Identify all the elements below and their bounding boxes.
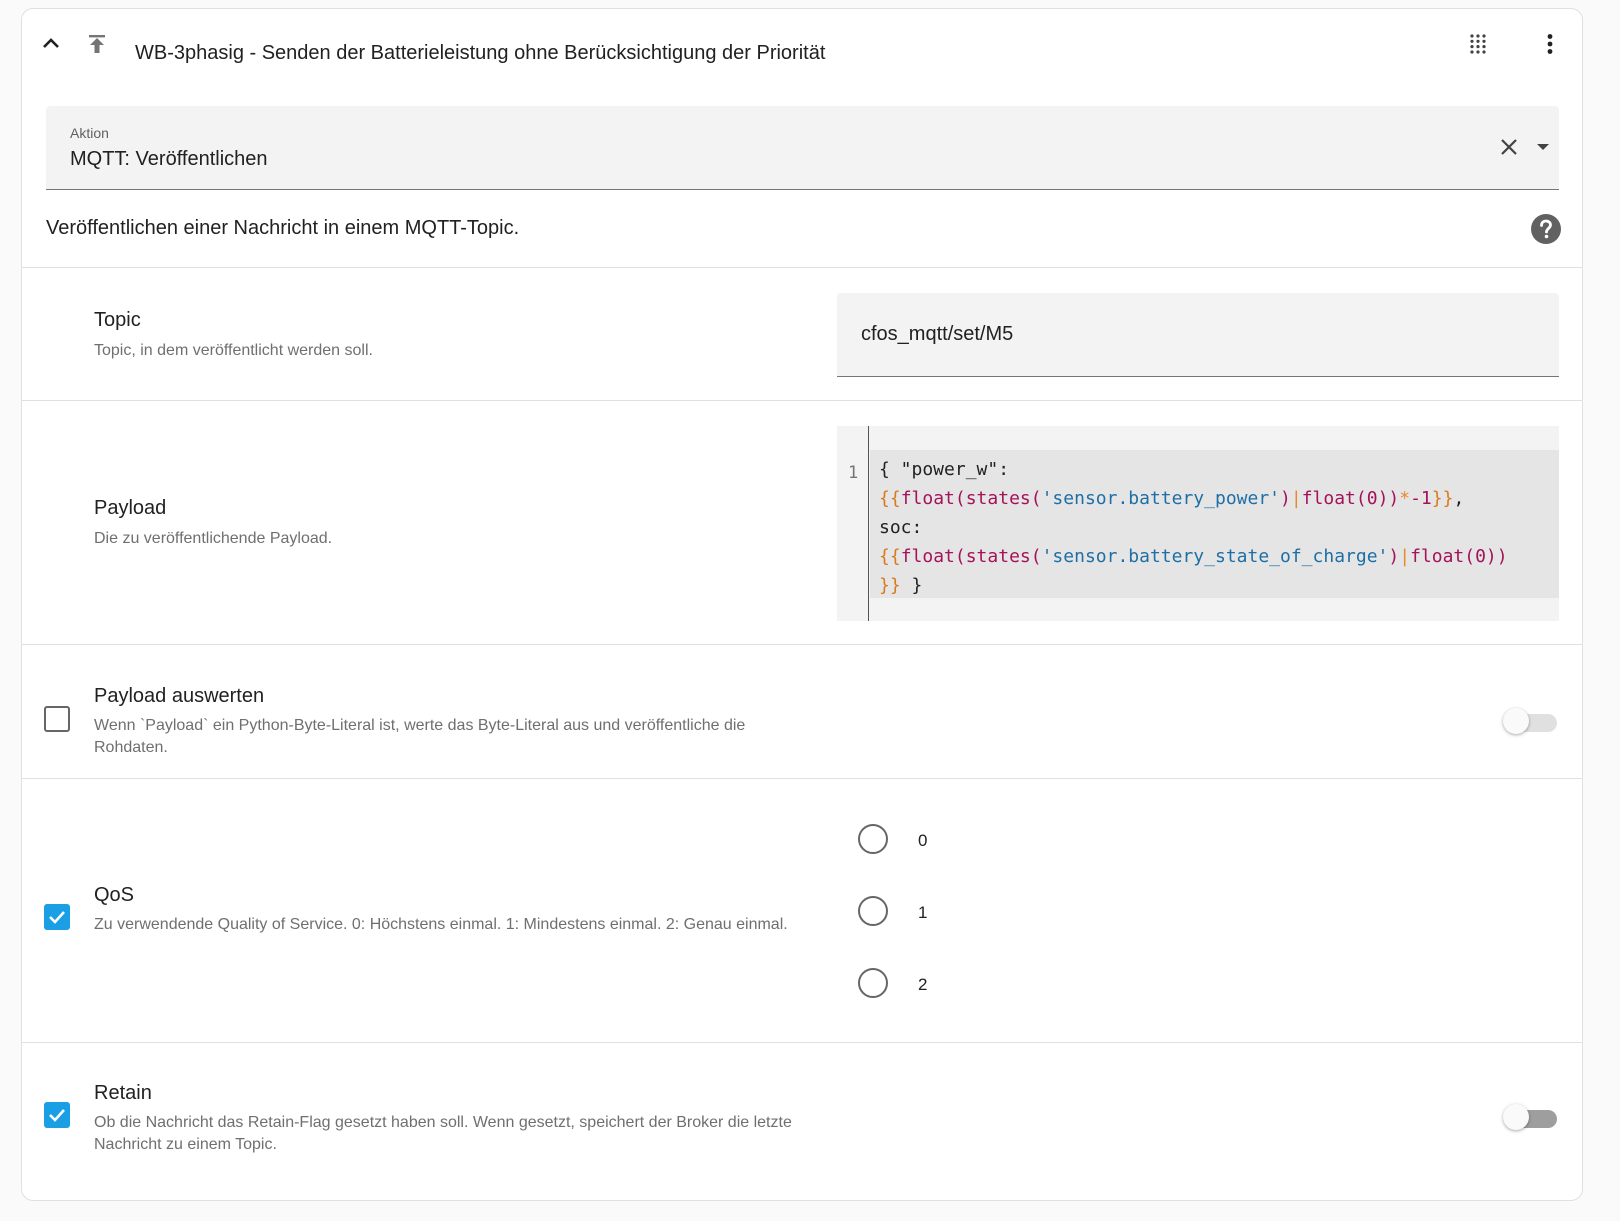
dropdown-arrow-icon[interactable] [1531, 135, 1555, 159]
retain-title: Retain [94, 1082, 152, 1104]
qos-radio-1[interactable] [858, 896, 888, 926]
check-icon [49, 911, 65, 924]
toggle-thumb [1503, 1104, 1529, 1130]
payload-auswerten-checkbox[interactable] [44, 706, 70, 732]
code-line: {{float(states('sensor.battery_state_of_… [879, 546, 1508, 567]
code-line: }} } [879, 575, 923, 596]
code-gutter: 1 [837, 426, 869, 621]
drag-handle-icon[interactable] [1466, 32, 1490, 56]
code-line: { "power_w": [879, 459, 1010, 480]
qos-radio-label: 2 [918, 975, 928, 994]
toggle-thumb [1503, 708, 1529, 734]
more-vert-icon[interactable] [1538, 32, 1562, 56]
payload-description: Die zu veröffentlichende Payload. [94, 530, 333, 547]
check-icon [49, 1109, 65, 1122]
retain-toggle[interactable] [1503, 1102, 1559, 1132]
topic-title: Topic [94, 309, 141, 331]
qos-description: Zu verwendende Quality of Service. 0: Hö… [94, 916, 788, 933]
code-line: soc: [879, 517, 923, 538]
action-description: Veröffentlichen einer Nachricht in einem… [46, 217, 520, 239]
publish-icon [89, 35, 105, 53]
payload-auswerten-toggle[interactable] [1503, 706, 1559, 736]
action-card: WB-3phasig - Senden der Batterieleistung… [21, 8, 1583, 1201]
qos-radio-0[interactable] [858, 824, 888, 854]
divider [22, 1042, 1582, 1043]
card-header: WB-3phasig - Senden der Batterieleistung… [22, 9, 1582, 81]
close-icon[interactable] [1497, 135, 1521, 159]
qos-checkbox[interactable] [44, 904, 70, 930]
chevron-up-icon[interactable] [39, 32, 63, 56]
payload-auswerten-title: Payload auswerten [94, 685, 265, 707]
topic-description: Topic, in dem veröffentlicht werden soll… [94, 342, 373, 359]
code-line: {{float(states('sensor.battery_power')|f… [879, 488, 1465, 509]
payload-title: Payload [94, 497, 167, 519]
qos-radio-label: 1 [918, 903, 928, 922]
payload-auswerten-description: Wenn `Payload` ein Python-Byte-Literal i… [94, 717, 746, 756]
divider [22, 778, 1582, 779]
topic-input[interactable]: cfos_mqtt/set/M5 [837, 293, 1559, 377]
action-select-value: MQTT: Veröffentlichen [70, 148, 268, 170]
action-select-label: Aktion [70, 125, 109, 141]
card-title: WB-3phasig - Senden der Batterieleistung… [135, 42, 826, 64]
divider [22, 644, 1582, 645]
action-select[interactable]: Aktion MQTT: Veröffentlichen [46, 106, 1559, 190]
payload-code-editor[interactable]: 1 { "power_w": {{float(states('sensor.ba… [837, 426, 1559, 621]
qos-title: QoS [94, 884, 135, 906]
retain-description: Ob die Nachricht das Retain-Flag gesetzt… [94, 1114, 792, 1153]
help-icon[interactable] [1530, 213, 1562, 245]
divider [22, 267, 1582, 268]
line-number: 1 [848, 463, 859, 483]
divider [22, 400, 1582, 401]
qos-radio-label: 0 [918, 831, 928, 850]
qos-radio-2[interactable] [858, 968, 888, 998]
topic-input-value: cfos_mqtt/set/M5 [861, 323, 1014, 345]
retain-checkbox[interactable] [44, 1102, 70, 1128]
